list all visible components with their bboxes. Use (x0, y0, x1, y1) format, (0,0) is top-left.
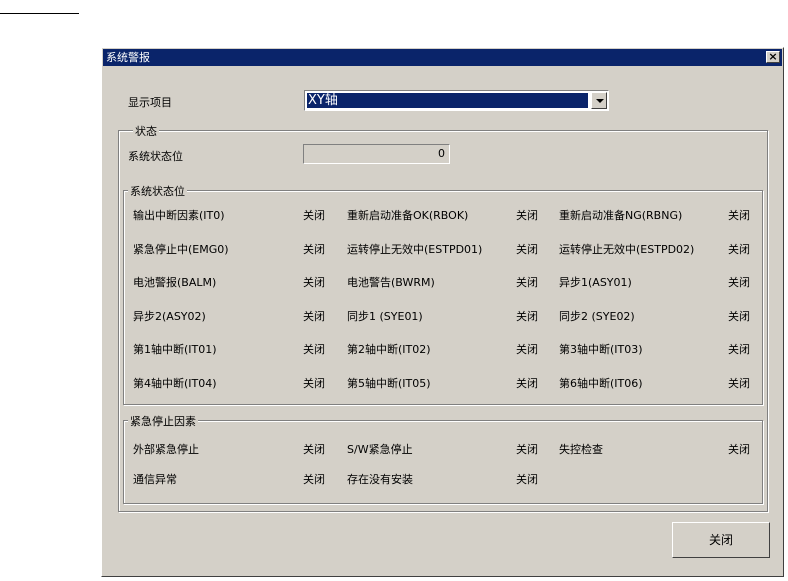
status-item-value: 关闭 (303, 209, 325, 222)
status-item-label: 第1轴中断(IT01) (133, 343, 217, 357)
status-item-label: 异步2(ASY02) (133, 309, 206, 323)
status-item-label: S/W紧急停止 (347, 443, 413, 456)
status-item-label: 同步2 (SYE02) (559, 309, 635, 323)
status-item-label: 第5轴中断(IT05) (347, 377, 431, 390)
status-item-value: 关闭 (303, 343, 325, 357)
status-item-label: 第3轴中断(IT03) (559, 343, 643, 357)
status-item-value: 关闭 (516, 276, 538, 290)
status-item-label: 第2轴中断(IT02) (347, 343, 431, 357)
status-item-label: 通信异常 (133, 473, 177, 486)
display-item-select[interactable]: XY轴 (304, 90, 609, 111)
system-alarm-dialog: 系统警报 × 显示项目 XY轴 状态 系统状态位 0 系统状态位 输出中断因素(… (101, 47, 784, 577)
system-status-value: 0 (303, 144, 450, 164)
status-item-label: 失控检查 (559, 443, 603, 456)
status-item-value: 关闭 (516, 377, 538, 390)
status-item-value: 关闭 (303, 242, 325, 256)
status-item-label: 第6轴中断(IT06) (559, 377, 643, 390)
dropdown-button[interactable] (591, 92, 607, 109)
display-item-label: 显示项目 (128, 96, 172, 109)
window-title: 系统警报 (106, 51, 150, 64)
status-item-label: 重新启动准备OK(RBOK) (347, 209, 469, 222)
status-item-label: 电池警报(BALM) (133, 276, 217, 290)
status-item-label: 电池警告(BWRM) (347, 276, 435, 290)
title-bar: 系统警报 × (103, 49, 782, 66)
emergency-group-title: 紧急停止因素 (128, 413, 198, 429)
close-button[interactable]: 关闭 (672, 522, 770, 558)
status-item-value: 关闭 (728, 242, 750, 256)
status-item-value: 关闭 (303, 377, 325, 390)
status-item-value: 关闭 (303, 276, 325, 290)
status-item-value: 关闭 (728, 343, 750, 357)
status-item-label: 紧急停止中(EMG0) (133, 242, 229, 256)
chevron-down-icon (596, 99, 604, 103)
status-item-label: 第4轴中断(IT04) (133, 377, 217, 390)
emergency-group (123, 420, 763, 504)
display-item-selected-value: XY轴 (307, 93, 588, 108)
top-divider-line (0, 13, 79, 14)
status-item-label: 重新启动准备NG(RBNG) (559, 209, 683, 222)
status-item-value: 关闭 (516, 343, 538, 357)
status-item-label: 外部紧急停止 (133, 443, 199, 456)
status-item-value: 关闭 (516, 209, 538, 222)
status-item-value: 关闭 (728, 309, 750, 323)
status-item-value: 关闭 (303, 473, 325, 486)
status-item-value: 关闭 (728, 276, 750, 290)
system-status-label: 系统状态位 (128, 150, 183, 163)
status-item-label: 运转停止无效中(ESTPD01) (347, 242, 483, 256)
close-icon[interactable]: × (766, 51, 780, 63)
status-item-label: 同步1 (SYE01) (347, 309, 423, 323)
status-item-label: 异步1(ASY01) (559, 276, 632, 290)
status-item-value: 关闭 (303, 443, 325, 456)
status-item-value: 关闭 (516, 473, 538, 486)
status-item-value: 关闭 (516, 443, 538, 456)
status-item-value: 关闭 (728, 377, 750, 390)
status-item-value: 关闭 (303, 309, 325, 323)
status-item-label: 运转停止无效中(ESTPD02) (559, 242, 695, 256)
status-item-value: 关闭 (516, 242, 538, 256)
status-item-value: 关闭 (728, 443, 750, 456)
status-item-label: 存在没有安装 (347, 473, 413, 486)
status-item-label: 输出中断因素(IT0) (133, 209, 225, 222)
status-group-title: 状态 (133, 123, 159, 139)
status-item-value: 关闭 (516, 309, 538, 323)
status-bits-group-title: 系统状态位 (128, 183, 187, 199)
status-item-value: 关闭 (728, 209, 750, 222)
